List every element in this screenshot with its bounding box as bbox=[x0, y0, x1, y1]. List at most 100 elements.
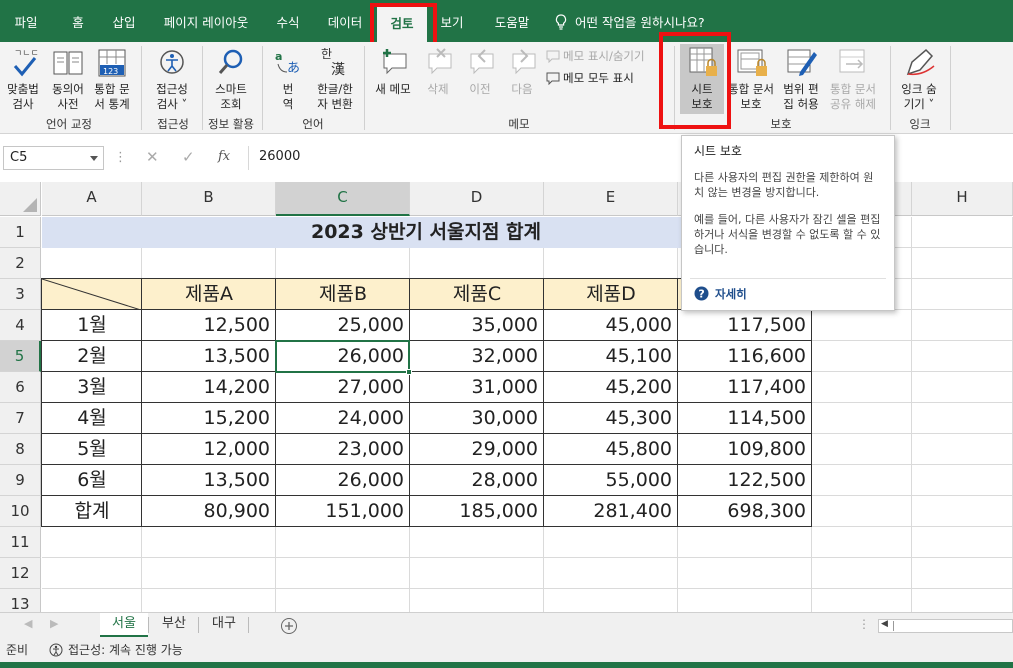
value-cell[interactable]: 45,100 bbox=[544, 341, 678, 372]
protect-workbook-button[interactable]: 통합 문서 보호 bbox=[726, 46, 776, 114]
value-cell[interactable]: 117,400 bbox=[678, 372, 812, 403]
value-cell[interactable]: 80,900 bbox=[142, 496, 276, 527]
column-header-b[interactable]: B bbox=[142, 182, 276, 216]
month-label-cell[interactable]: 4월 bbox=[42, 403, 142, 434]
column-header-c[interactable]: C bbox=[276, 182, 410, 216]
value-cell[interactable]: 55,000 bbox=[544, 465, 678, 496]
row-header-7[interactable]: 7 bbox=[0, 403, 41, 434]
translate-button[interactable]: aあ 번 역 bbox=[268, 46, 308, 114]
tell-me-search[interactable]: 어떤 작업을 원하시나요? bbox=[555, 0, 705, 42]
value-cell[interactable]: 27,000 bbox=[276, 372, 410, 403]
sheet-tab-daegu[interactable]: 대구 bbox=[200, 613, 248, 637]
accessibility-status-icon[interactable] bbox=[48, 643, 64, 657]
scroll-right-icon[interactable]: ▶ bbox=[50, 617, 58, 630]
value-cell[interactable]: 12,000 bbox=[142, 434, 276, 465]
tab-view[interactable]: 보기 bbox=[432, 0, 472, 42]
column-header-a[interactable]: A bbox=[42, 182, 142, 216]
value-cell[interactable]: 281,400 bbox=[544, 496, 678, 527]
column-header-d[interactable]: D bbox=[410, 182, 544, 216]
tab-review[interactable]: 검토 bbox=[377, 5, 427, 42]
sheet-tab-seoul[interactable]: 서울 bbox=[100, 613, 148, 637]
workbook-statistics-button[interactable]: 123 통합 문 서 통계 bbox=[90, 46, 134, 114]
name-box[interactable]: C5 bbox=[3, 146, 104, 170]
month-label-cell[interactable]: 1월 bbox=[42, 310, 142, 341]
value-cell[interactable]: 28,000 bbox=[410, 465, 544, 496]
row-header-3[interactable]: 3 bbox=[0, 279, 41, 310]
tab-insert[interactable]: 삽입 bbox=[104, 0, 144, 42]
value-cell[interactable]: 29,000 bbox=[410, 434, 544, 465]
tab-data[interactable]: 데이터 bbox=[318, 0, 372, 42]
smart-lookup-button[interactable]: 스마트 조회 bbox=[206, 46, 256, 114]
fill-handle[interactable] bbox=[406, 369, 412, 375]
value-cell[interactable]: 13,500 bbox=[142, 341, 276, 372]
value-cell[interactable]: 109,800 bbox=[678, 434, 812, 465]
value-cell[interactable]: 45,300 bbox=[544, 403, 678, 434]
value-cell[interactable]: 45,800 bbox=[544, 434, 678, 465]
check-accessibility-button[interactable]: 접근성 검사 ˅ bbox=[148, 46, 196, 114]
value-cell[interactable]: 45,000 bbox=[544, 310, 678, 341]
scroll-left-icon[interactable]: ◀ bbox=[24, 617, 32, 630]
diagonal-header-cell[interactable] bbox=[42, 279, 141, 310]
row-header-5[interactable]: 5 bbox=[0, 341, 41, 372]
cancel-icon[interactable]: ✕ bbox=[146, 148, 159, 166]
row-header-12[interactable]: 12 bbox=[0, 558, 41, 589]
add-sheet-icon[interactable] bbox=[280, 617, 298, 635]
status-accessibility[interactable]: 접근성: 계속 진행 가능 bbox=[68, 638, 183, 662]
column-header-h[interactable]: H bbox=[912, 182, 1013, 216]
value-cell[interactable]: 12,500 bbox=[142, 310, 276, 341]
value-cell[interactable]: 31,000 bbox=[410, 372, 544, 403]
row-header-13[interactable]: 13 bbox=[0, 589, 41, 612]
value-cell[interactable]: 116,600 bbox=[678, 341, 812, 372]
product-header-cell[interactable]: 제품D bbox=[544, 279, 678, 310]
value-cell[interactable]: 185,000 bbox=[410, 496, 544, 527]
split-handle-icon[interactable]: ⋮ bbox=[858, 617, 870, 631]
formula-input[interactable]: 26000 bbox=[248, 146, 688, 170]
scrollbar-thumb[interactable] bbox=[893, 621, 1011, 631]
value-cell[interactable]: 24,000 bbox=[276, 403, 410, 434]
scrollbar-left-arrow-icon[interactable]: ◀ bbox=[881, 619, 888, 629]
show-hide-comment-button[interactable]: 메모 표시/숨기기 bbox=[546, 48, 645, 64]
insert-function-icon[interactable]: fx bbox=[218, 149, 230, 164]
value-cell[interactable]: 698,300 bbox=[678, 496, 812, 527]
month-label-cell[interactable]: 합계 bbox=[42, 496, 142, 527]
tab-home[interactable]: 홈 bbox=[60, 0, 96, 42]
row-header-4[interactable]: 4 bbox=[0, 310, 41, 341]
value-cell[interactable]: 30,000 bbox=[410, 403, 544, 434]
value-cell[interactable]: 26,000 bbox=[276, 465, 410, 496]
value-cell[interactable]: 23,000 bbox=[276, 434, 410, 465]
delete-comment-button[interactable]: 삭제 bbox=[418, 46, 458, 102]
tab-help[interactable]: 도움말 bbox=[484, 0, 540, 42]
row-header-10[interactable]: 10 bbox=[0, 496, 41, 527]
value-cell[interactable]: 35,000 bbox=[410, 310, 544, 341]
hangul-hanja-button[interactable]: 한漢 한글/한 자 변환 bbox=[310, 46, 360, 114]
month-label-cell[interactable]: 5월 bbox=[42, 434, 142, 465]
product-header-cell[interactable]: 제품A bbox=[142, 279, 276, 310]
value-cell[interactable]: 114,500 bbox=[678, 403, 812, 434]
row-header-1[interactable]: 1 bbox=[0, 217, 41, 248]
value-cell[interactable]: 15,200 bbox=[142, 403, 276, 434]
month-label-cell[interactable]: 2월 bbox=[42, 341, 142, 372]
tab-page-layout[interactable]: 페이지 레이아웃 bbox=[154, 0, 258, 42]
value-cell[interactable]: 14,200 bbox=[142, 372, 276, 403]
product-header-cell[interactable]: 제품C bbox=[410, 279, 544, 310]
horizontal-scrollbar[interactable]: ◀ bbox=[878, 619, 1013, 633]
enter-check-icon[interactable]: ✓ bbox=[182, 148, 195, 166]
previous-comment-button[interactable]: 이전 bbox=[460, 46, 500, 102]
unshare-workbook-button[interactable]: 통합 문서 공유 해제 bbox=[826, 46, 880, 114]
value-cell[interactable]: 32,000 bbox=[410, 341, 544, 372]
row-header-2[interactable]: 2 bbox=[0, 248, 41, 279]
tab-formulas[interactable]: 수식 bbox=[268, 0, 308, 42]
value-cell[interactable]: 117,500 bbox=[678, 310, 812, 341]
protect-sheet-button[interactable]: 시트 보호 bbox=[680, 44, 724, 114]
row-header-6[interactable]: 6 bbox=[0, 372, 41, 403]
allow-edit-ranges-button[interactable]: 범위 편 집 허용 bbox=[778, 46, 824, 114]
spelling-button[interactable]: ㄱㄴㄷ 맞춤법 검사 bbox=[4, 46, 42, 114]
product-header-cell[interactable]: 제품B bbox=[276, 279, 410, 310]
next-comment-button[interactable]: 다음 bbox=[502, 46, 542, 102]
month-label-cell[interactable]: 6월 bbox=[42, 465, 142, 496]
hide-ink-button[interactable]: 잉크 숨 기기 ˅ bbox=[896, 46, 942, 114]
month-label-cell[interactable]: 3월 bbox=[42, 372, 142, 403]
value-cell[interactable]: 45,200 bbox=[544, 372, 678, 403]
row-header-11[interactable]: 11 bbox=[0, 527, 41, 558]
value-cell[interactable]: 151,000 bbox=[276, 496, 410, 527]
